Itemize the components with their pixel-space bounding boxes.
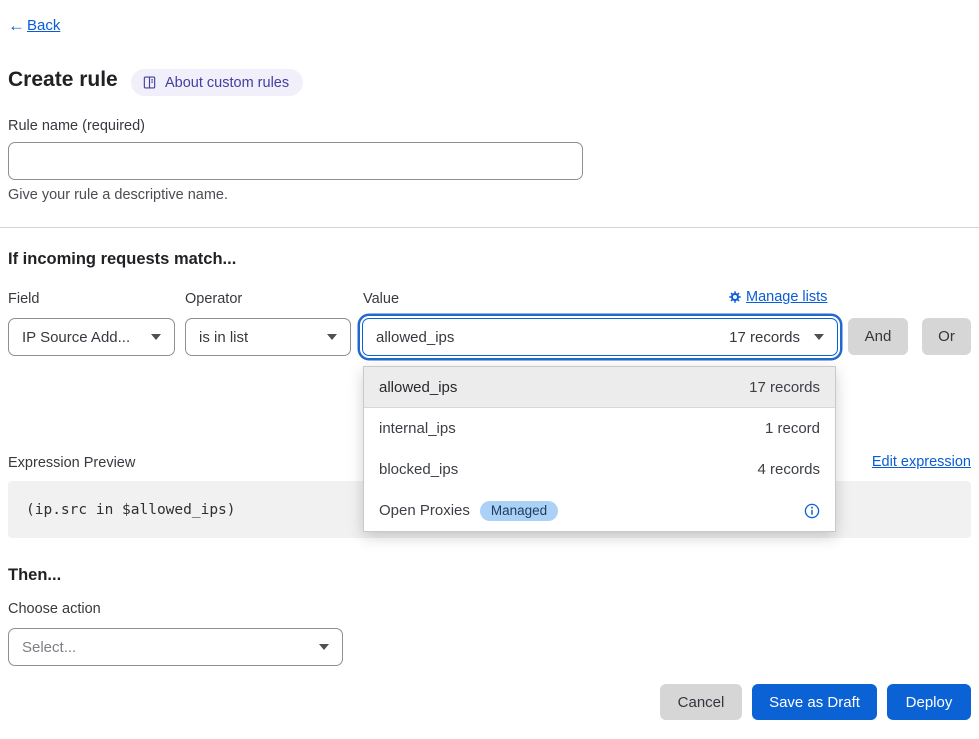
field-column-label: Field	[8, 291, 39, 307]
list-dropdown-menu: allowed_ips 17 records internal_ips 1 re…	[363, 366, 836, 532]
match-section-heading: If incoming requests match...	[8, 250, 236, 269]
deploy-button[interactable]: Deploy	[887, 684, 971, 720]
back-link[interactable]: ←Back	[8, 17, 60, 34]
about-custom-rules-badge[interactable]: About custom rules	[131, 69, 303, 96]
info-icon[interactable]	[804, 503, 820, 519]
expression-code: (ip.src in $allowed_ips)	[26, 502, 236, 518]
operator-select-value: is in list	[199, 329, 327, 346]
field-select[interactable]: IP Source Add...	[8, 318, 175, 356]
and-button[interactable]: And	[848, 318, 908, 355]
then-section-heading: Then...	[8, 566, 61, 585]
list-option-name: blocked_ips	[379, 461, 757, 478]
rule-name-label: Rule name (required)	[8, 118, 145, 134]
chevron-down-icon	[327, 334, 337, 340]
list-option-allowed-ips[interactable]: allowed_ips 17 records	[364, 367, 835, 408]
operator-select[interactable]: is in list	[185, 318, 351, 356]
list-option-records: 4 records	[757, 461, 820, 478]
managed-badge: Managed	[480, 501, 558, 521]
section-divider	[0, 227, 979, 228]
choose-action-label: Choose action	[8, 601, 101, 617]
list-option-name: internal_ips	[379, 420, 765, 437]
chevron-down-icon	[319, 644, 329, 650]
list-option-internal-ips[interactable]: internal_ips 1 record	[364, 408, 835, 449]
chevron-down-icon	[814, 334, 824, 340]
value-select-records: 17 records	[729, 329, 800, 346]
save-as-draft-button[interactable]: Save as Draft	[752, 684, 877, 720]
value-list-select[interactable]: allowed_ips 17 records	[362, 318, 838, 356]
about-badge-label: About custom rules	[165, 75, 289, 91]
operator-column-label: Operator	[185, 291, 242, 307]
action-select-placeholder: Select...	[22, 639, 319, 656]
value-column-label: Value	[363, 291, 399, 307]
rule-name-helper-text: Give your rule a descriptive name.	[8, 187, 228, 203]
create-rule-page: ←Back Create rule About custom rules Rul…	[0, 0, 979, 739]
list-option-name: allowed_ips	[379, 379, 749, 396]
list-option-name: Open Proxies	[379, 502, 470, 519]
list-option-records: 17 records	[749, 379, 820, 396]
manage-lists-link[interactable]: Manage lists	[729, 289, 827, 305]
book-icon	[142, 75, 157, 90]
manage-lists-label: Manage lists	[746, 289, 827, 305]
list-option-records: 1 record	[765, 420, 820, 437]
cancel-button[interactable]: Cancel	[660, 684, 742, 720]
expression-preview-label: Expression Preview	[8, 455, 135, 471]
back-arrow-icon: ←	[8, 17, 25, 34]
value-select-value: allowed_ips	[376, 329, 729, 346]
back-link-label: Back	[27, 17, 60, 34]
edit-expression-link[interactable]: Edit expression	[872, 454, 971, 470]
chevron-down-icon	[151, 334, 161, 340]
list-option-blocked-ips[interactable]: blocked_ips 4 records	[364, 449, 835, 490]
field-select-value: IP Source Add...	[22, 329, 151, 346]
rule-name-input[interactable]	[8, 142, 583, 180]
list-option-open-proxies[interactable]: Open Proxies Managed	[364, 490, 835, 531]
or-button[interactable]: Or	[922, 318, 971, 355]
page-title: Create rule	[8, 68, 118, 92]
action-select[interactable]: Select...	[8, 628, 343, 666]
gear-icon	[729, 291, 741, 303]
